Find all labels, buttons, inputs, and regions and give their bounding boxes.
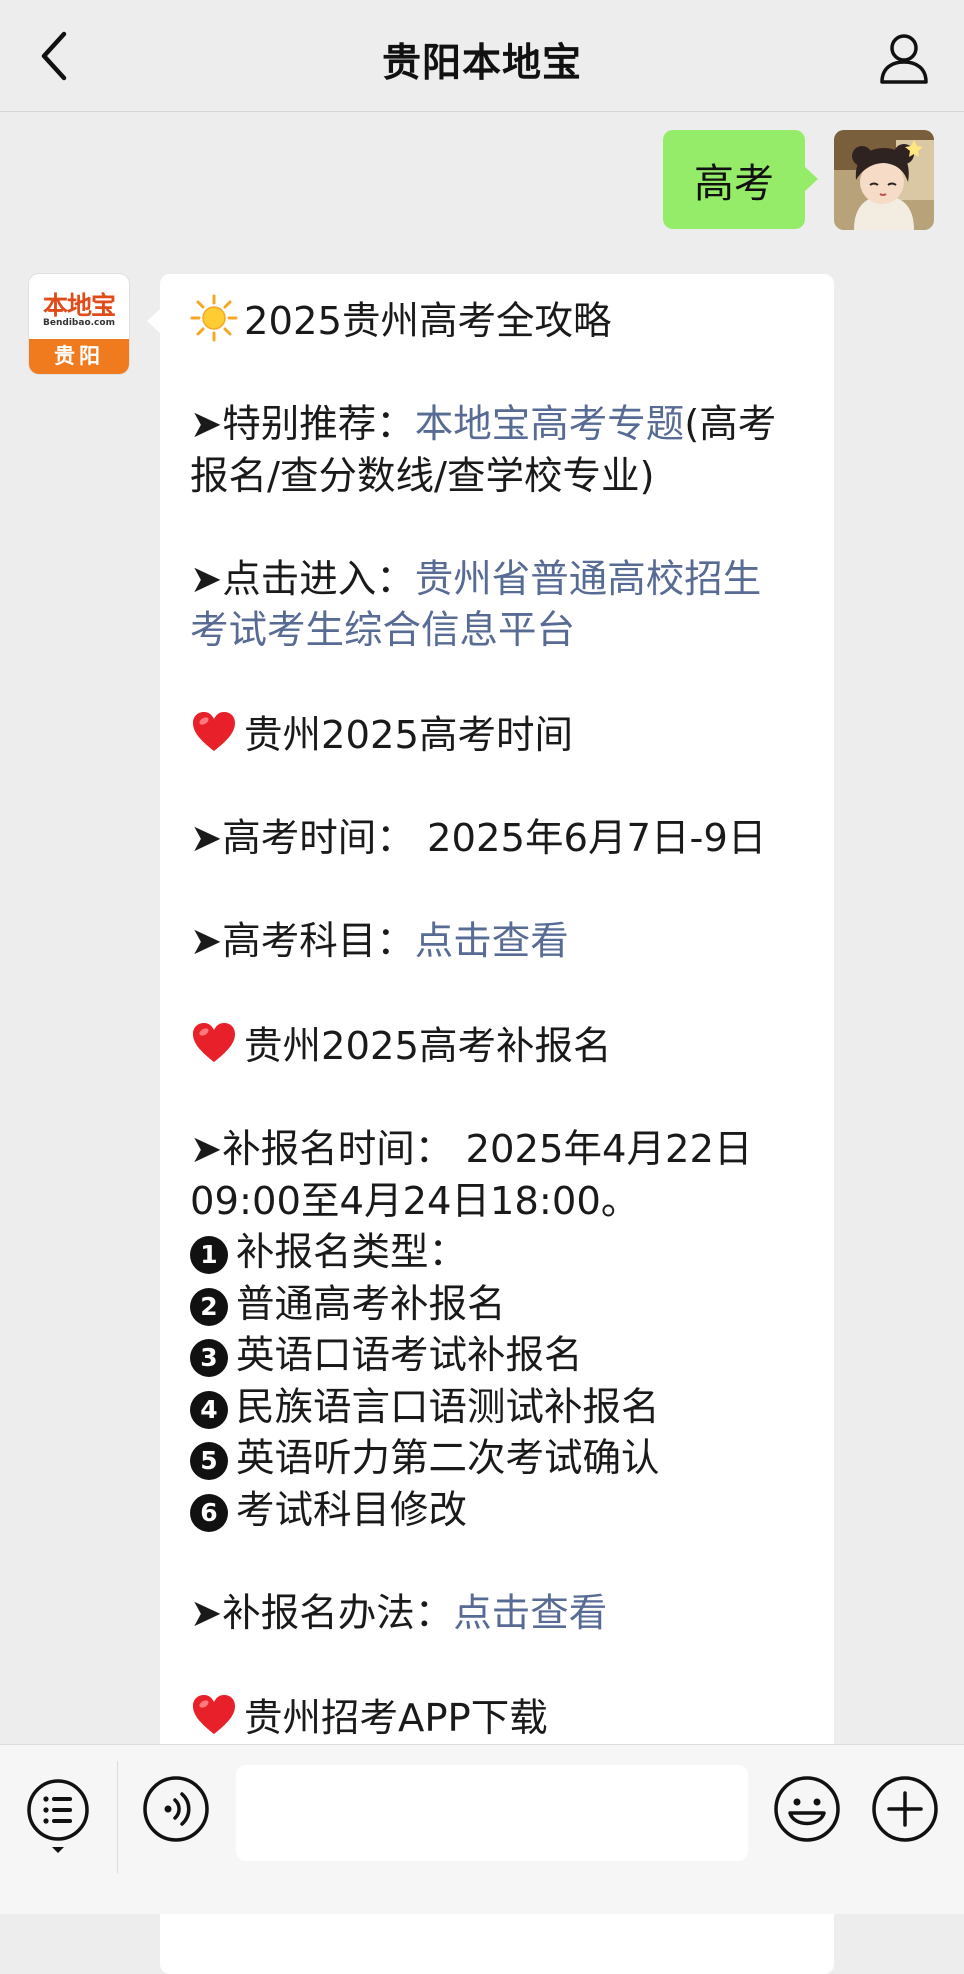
supplement-time-line: ➤补报名时间： 2025年4月22日 — [190, 1127, 753, 1172]
recommend-suffix: (高考 — [684, 402, 777, 447]
number-badge-icon: 2 — [190, 1287, 228, 1326]
exam-time-line: ➤高考时间： 2025年6月7日-9日 — [190, 816, 767, 861]
section-exam-time-title: 贵州2025高考时间 — [190, 708, 820, 762]
section-title: 贵州2025高考补报名 — [244, 1024, 612, 1069]
supplement-time-line-2: 09:00至4月24日18:00。 — [190, 1178, 640, 1224]
logo-domain-text: Bendibao.com — [43, 318, 115, 328]
method-line: ➤补报名办法：点击查看 — [190, 1588, 820, 1640]
message-heading: 2025贵州高考全攻略 — [244, 299, 612, 344]
logo-city-text: 贵阳 — [29, 339, 129, 374]
message-heading-line: 2025贵州高考全攻略 — [190, 294, 820, 348]
heart-emoji-icon — [193, 1023, 235, 1062]
heart-emoji-icon — [193, 712, 235, 751]
list-item: 1 补报名类型： — [190, 1227, 820, 1279]
list-item-text: 民族语言口语测试补报名 — [236, 1384, 660, 1430]
number-badge-icon: 5 — [190, 1442, 228, 1480]
nav-bar: 贵阳本地宝 — [0, 0, 964, 112]
number-badge-icon: 3 — [190, 1339, 228, 1377]
subjects-label: ➤高考科目： — [190, 919, 415, 964]
divider — [117, 1761, 118, 1873]
platform-link-continued[interactable]: 考试考生综合信息平台 — [190, 605, 820, 657]
subjects-line: ➤高考科目：点击查看 — [190, 916, 820, 968]
my-avatar[interactable] — [834, 130, 934, 230]
list-item-text: 普通高考补报名 — [236, 1281, 506, 1327]
enter-label: ➤点击进入： — [190, 556, 415, 602]
message-body: 2025贵州高考全攻略 ➤特别推荐：本地宝高考专题(高考 报名/查分数线/查学校… — [190, 294, 820, 1744]
recommend-line: ➤特别推荐：本地宝高考专题(高考 — [190, 399, 820, 451]
plus-icon[interactable] — [871, 1775, 939, 1843]
list-item-text: 补报名类型： — [236, 1230, 468, 1275]
number-badge-icon: 4 — [190, 1390, 228, 1429]
section-app-title: 贵州招考APP下载 — [190, 1691, 820, 1745]
topic-link[interactable]: 本地宝高考专题 — [415, 402, 685, 447]
method-label: ➤补报名办法： — [190, 1590, 454, 1636]
chat-input-bar — [0, 1744, 964, 1914]
user-profile-icon[interactable] — [874, 28, 934, 88]
message-input[interactable] — [236, 1765, 748, 1861]
incoming-message-bubble: 2025贵州高考全攻略 ➤特别推荐：本地宝高考专题(高考 报名/查分数线/查学校… — [147, 274, 834, 1974]
heart-emoji-icon — [193, 1694, 235, 1734]
sun-emoji-icon — [190, 294, 238, 342]
method-link[interactable]: 点击查看 — [453, 1591, 607, 1636]
subjects-link[interactable]: 点击查看 — [415, 919, 569, 964]
outgoing-message-text: 高考 — [694, 160, 774, 207]
section-supplement-title: 贵州2025高考补报名 — [190, 1019, 820, 1073]
list-item-text: 英语听力第二次考试确认 — [236, 1436, 660, 1481]
list-item: 2 普通高考补报名 — [190, 1279, 820, 1331]
section-title: 贵州2025高考时间 — [244, 713, 573, 758]
enter-line: ➤点击进入：贵州省普通高校招生 — [190, 554, 820, 606]
list-item: 3 英语口语考试补报名 — [190, 1330, 820, 1382]
voice-icon[interactable] — [142, 1775, 210, 1843]
number-badge-icon: 1 — [190, 1236, 228, 1274]
recommend-line-2: 报名/查分数线/查学校专业) — [190, 453, 655, 499]
logo-brand-text: 本地宝 — [42, 291, 116, 320]
list-item: 5 英语听力第二次考试确认 — [190, 1433, 820, 1485]
list-item: 6 考试科目修改 — [190, 1485, 820, 1537]
number-badge-icon: 6 — [190, 1493, 228, 1532]
list-item-text: 英语口语考试补报名 — [236, 1333, 583, 1378]
page-title: 贵阳本地宝 — [381, 41, 582, 86]
list-item: 4 民族语言口语测试补报名 — [190, 1382, 820, 1434]
section-title: 贵州招考APP下载 — [244, 1695, 548, 1741]
list-item-text: 考试科目修改 — [236, 1487, 468, 1533]
recommend-label: ➤特别推荐： — [190, 402, 415, 447]
official-account-avatar[interactable]: 本地宝 Bendibao.com 贵阳 — [29, 274, 129, 374]
platform-link[interactable]: 贵州省普通高校招生 — [415, 557, 762, 602]
avatar-illustration-icon — [834, 130, 934, 230]
outgoing-message-bubble[interactable]: 高考 — [663, 130, 818, 229]
list-menu-icon[interactable] — [25, 1777, 91, 1857]
smiley-icon[interactable] — [773, 1775, 841, 1843]
